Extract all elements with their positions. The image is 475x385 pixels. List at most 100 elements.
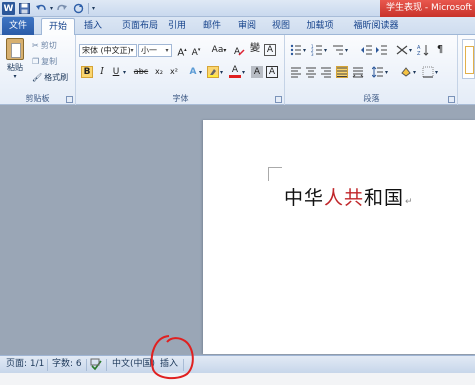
highlight-dropdown-icon[interactable]: ▾	[220, 69, 223, 76]
change-case-label: Aa	[211, 45, 224, 55]
bullets-dropdown-icon[interactable]: ▾	[303, 47, 306, 54]
font-name-value: 宋体 (中文正)	[82, 46, 131, 55]
brush-icon: 🖌	[32, 72, 43, 82]
font-launcher-icon[interactable]	[275, 96, 282, 103]
clipboard-launcher-icon[interactable]	[66, 96, 73, 103]
tab-insert[interactable]: 插入	[80, 18, 106, 35]
character-shading-letter: A	[253, 67, 261, 77]
cut-button[interactable]: ✂ 剪切	[32, 39, 57, 51]
justify-icon[interactable]	[336, 66, 348, 78]
tab-addins[interactable]: 加载项	[301, 18, 339, 35]
borders-dropdown-icon[interactable]: ▾	[435, 69, 438, 76]
text-effects-dropdown-icon[interactable]: ▾	[199, 69, 202, 76]
tab-mailings[interactable]: 邮件	[198, 18, 226, 35]
grow-font-icon[interactable]: A▴	[176, 44, 188, 58]
clipboard-group-label: 剪贴板	[25, 94, 50, 103]
decrease-indent-icon[interactable]	[361, 44, 373, 56]
show-marks-icon[interactable]: ¶	[434, 44, 446, 56]
chinese-layout-dropdown-icon[interactable]: ▾	[409, 47, 412, 54]
font-size-combo[interactable]: 小一 ▾	[138, 44, 172, 57]
format-painter-label: 格式刷	[44, 72, 69, 82]
save-icon[interactable]	[18, 2, 31, 15]
italic-button[interactable]: I	[96, 66, 108, 78]
customize-qat-icon[interactable]: ▾	[92, 5, 95, 12]
font-color-dropdown-icon[interactable]: ▾	[242, 69, 245, 76]
qat-separator	[88, 3, 90, 14]
proofing-icon[interactable]	[90, 356, 103, 374]
paste-dropdown-icon[interactable]: ▾	[13, 73, 16, 80]
page-count[interactable]: 页面: 1/1	[6, 356, 44, 374]
shrink-font-icon[interactable]: A▾	[190, 44, 202, 58]
line-spacing-icon[interactable]	[371, 66, 384, 78]
bold-button[interactable]: B	[81, 66, 93, 78]
status-separator	[47, 359, 48, 371]
phonetic-guide-icon[interactable]: 變	[249, 43, 261, 55]
character-border-button[interactable]: A	[266, 66, 278, 78]
tab-file[interactable]: 文件	[2, 17, 34, 35]
subscript-button[interactable]: x₂	[153, 66, 165, 78]
status-separator	[152, 359, 153, 371]
character-border-letter: A	[268, 67, 276, 77]
bullets-icon[interactable]	[290, 44, 302, 56]
tab-foxit-reader[interactable]: 福昕阅读器	[345, 18, 407, 35]
font-size-dropdown-icon[interactable]: ▾	[163, 45, 171, 56]
paragraph-group: ▾ 123 ▾ ▾ ▾ AZ ¶ ▾ ▾ ▾ 段落	[286, 35, 458, 105]
paragraph-launcher-icon[interactable]	[448, 96, 455, 103]
strikethrough-button[interactable]: abc	[133, 66, 149, 78]
styles-gallery[interactable]	[462, 39, 475, 79]
line-spacing-dropdown-icon[interactable]: ▾	[385, 69, 388, 76]
clear-formatting-icon[interactable]: A	[233, 44, 245, 57]
borders-icon[interactable]	[422, 66, 434, 78]
increase-indent-icon[interactable]	[376, 44, 388, 56]
undo-dropdown-icon[interactable]: ▾	[50, 5, 53, 12]
sort-icon[interactable]: AZ	[417, 44, 429, 57]
copy-label: 复制	[41, 56, 58, 66]
format-painter-button[interactable]: 🖌 格式刷	[32, 71, 68, 83]
highlight-color-icon[interactable]	[207, 66, 219, 78]
font-name-dropdown-icon[interactable]: ▾	[128, 45, 136, 56]
align-right-icon[interactable]	[320, 66, 332, 78]
font-color-letter: A	[231, 65, 239, 75]
enclose-characters-icon[interactable]: A	[264, 44, 276, 56]
numbering-dropdown-icon[interactable]: ▾	[324, 47, 327, 54]
numbering-icon[interactable]: 123	[311, 44, 323, 57]
undo-icon[interactable]	[34, 2, 47, 15]
change-case-button[interactable]: Aa▾	[211, 44, 227, 56]
copy-button[interactable]: ❐ 复制	[32, 55, 57, 67]
tab-view[interactable]: 视图	[267, 18, 295, 35]
align-center-icon[interactable]	[305, 66, 317, 78]
shading-dropdown-icon[interactable]: ▾	[413, 69, 416, 76]
tab-review[interactable]: 审阅	[233, 18, 261, 35]
tab-references[interactable]: 引用	[163, 18, 191, 35]
paste-icon	[6, 38, 24, 60]
paste-button[interactable]: 粘贴 ▾	[4, 38, 26, 90]
chinese-layout-icon[interactable]	[396, 44, 408, 56]
text-effects-icon[interactable]: A	[187, 66, 199, 78]
character-shading-button[interactable]: A	[251, 66, 263, 78]
svg-text:3: 3	[311, 52, 314, 56]
tab-home[interactable]: 开始	[41, 18, 75, 36]
status-separator	[183, 359, 184, 371]
language[interactable]: 中文(中国)	[112, 356, 155, 374]
insert-mode[interactable]: 插入	[160, 356, 178, 374]
shading-icon[interactable]	[400, 66, 412, 78]
style-swatch[interactable]	[465, 46, 474, 74]
status-separator	[86, 359, 87, 371]
superscript-button[interactable]: x²	[168, 66, 180, 78]
tab-page-layout[interactable]: 页面布局	[114, 18, 166, 35]
underline-dropdown-icon[interactable]: ▾	[123, 69, 126, 76]
redo-icon[interactable]	[56, 2, 69, 15]
multilevel-list-icon[interactable]	[332, 44, 344, 56]
repeat-icon[interactable]	[72, 2, 85, 15]
document-page[interactable]	[203, 120, 475, 354]
word-logo-icon[interactable]: W	[2, 2, 15, 15]
document-text[interactable]: 中华人共和国↵	[284, 183, 414, 210]
multilevel-dropdown-icon[interactable]: ▾	[345, 47, 348, 54]
font-name-combo[interactable]: 宋体 (中文正) ▾	[79, 44, 137, 57]
align-left-icon[interactable]	[290, 66, 302, 78]
document-text-red: 人共	[324, 187, 365, 209]
underline-button[interactable]: U	[110, 66, 122, 78]
distribute-icon[interactable]	[352, 66, 364, 78]
word-count[interactable]: 字数: 6	[52, 356, 82, 374]
font-color-button[interactable]: A	[229, 65, 241, 78]
